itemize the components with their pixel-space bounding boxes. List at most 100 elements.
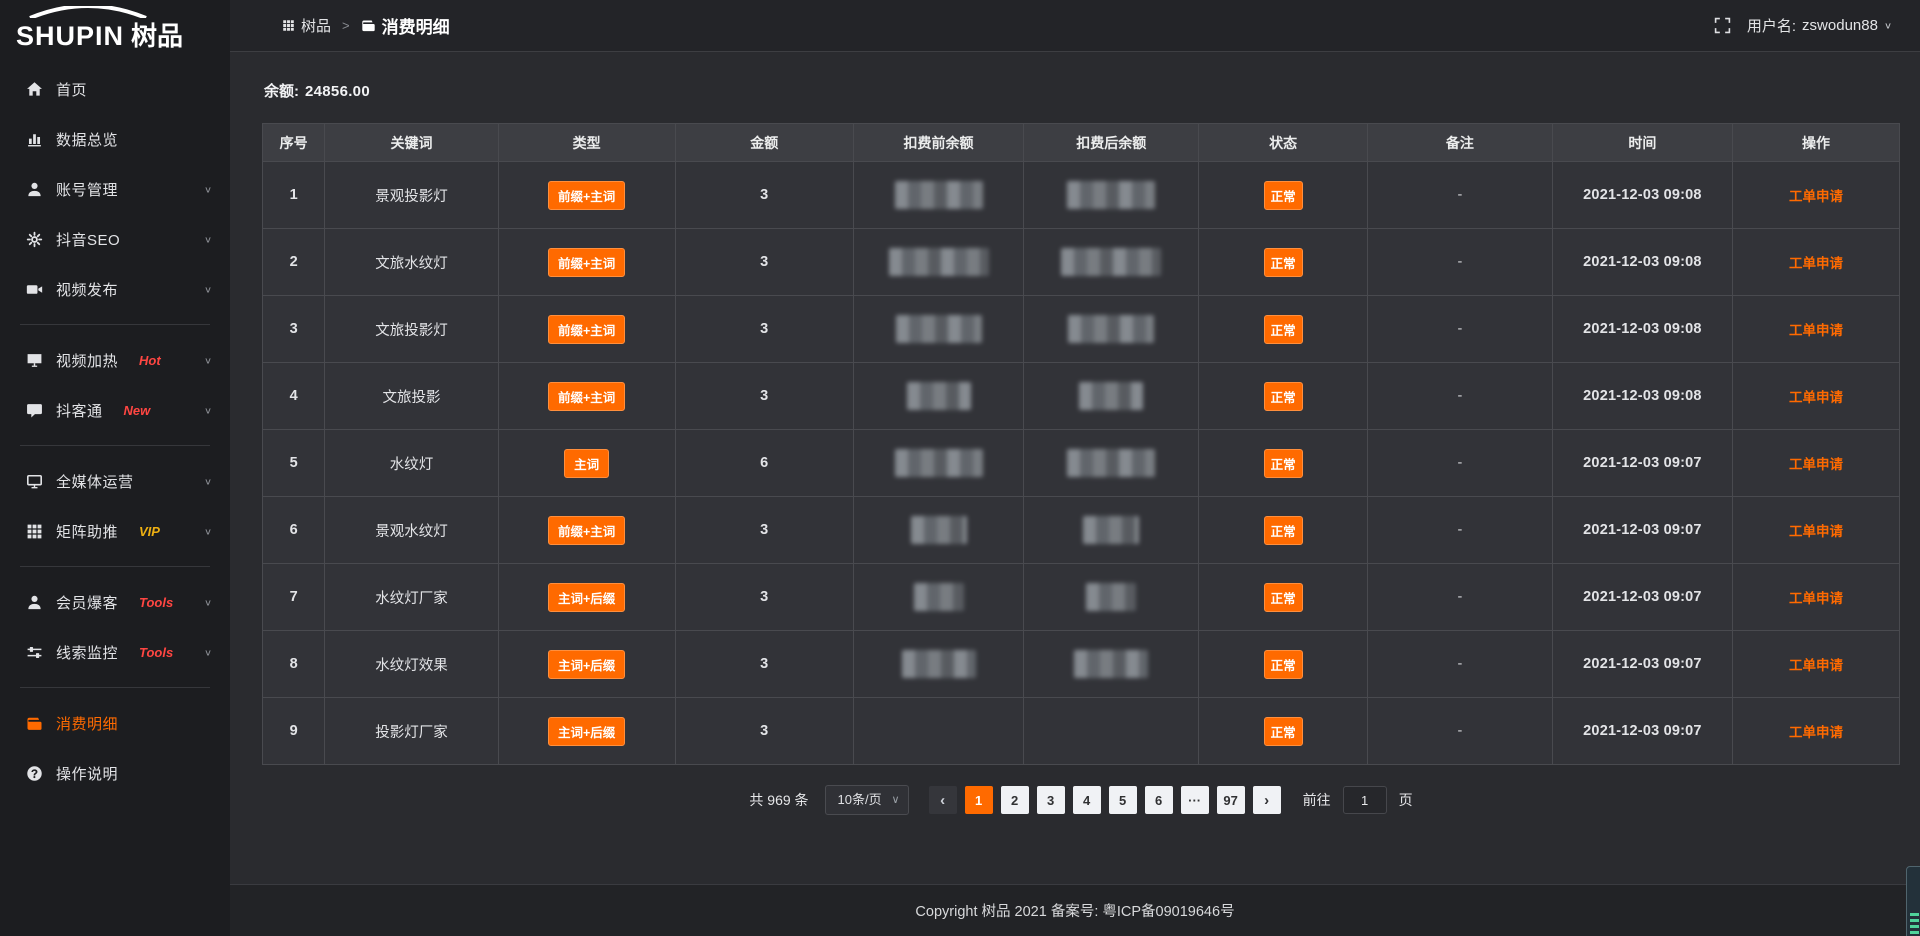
time-cell: 2021-12-03 09:07 bbox=[1552, 698, 1732, 765]
ticket-apply-link[interactable]: 工单申请 bbox=[1789, 457, 1843, 472]
balance-after-cell bbox=[1024, 229, 1199, 296]
remark-cell: - bbox=[1367, 430, 1552, 497]
time-cell: 2021-12-03 09:08 bbox=[1552, 363, 1732, 430]
index-cell: 3 bbox=[263, 296, 325, 363]
status-cell: 正常 bbox=[1199, 430, 1368, 497]
action-cell: 工单申请 bbox=[1732, 296, 1899, 363]
balance-before-cell bbox=[853, 497, 1023, 564]
content: 余额:24856.00 序号 关键词 类型 金额 扣费前余额 bbox=[230, 80, 1920, 815]
floating-widget[interactable] bbox=[1906, 866, 1920, 936]
sidebar-item-seo[interactable]: 抖音SEO ∨ bbox=[0, 214, 230, 264]
page-button[interactable]: 6 bbox=[1145, 786, 1173, 814]
page-button[interactable]: 3 bbox=[1037, 786, 1065, 814]
ticket-apply-link[interactable]: 工单申请 bbox=[1789, 256, 1843, 271]
page-button[interactable]: 1 bbox=[965, 786, 993, 814]
ticket-apply-link[interactable]: 工单申请 bbox=[1789, 524, 1843, 539]
column-header: 关键词 bbox=[325, 124, 499, 162]
divider bbox=[20, 324, 210, 325]
sidebar-item-matrix[interactable]: 矩阵助推 VIP ∨ bbox=[0, 506, 230, 556]
type-badge: 前缀+主词 bbox=[548, 315, 625, 344]
balance-before-cell bbox=[853, 631, 1023, 698]
sidebar: SHUPIN树品 首页 数据总览 账号管理 ∨ bbox=[0, 0, 230, 936]
username-value: zswodun88 bbox=[1802, 17, 1878, 34]
balance-before-cell bbox=[853, 363, 1023, 430]
balance-after-cell bbox=[1024, 497, 1199, 564]
column-header: 金额 bbox=[675, 124, 853, 162]
action-cell: 工单申请 bbox=[1732, 497, 1899, 564]
balance-after-cell bbox=[1024, 430, 1199, 497]
next-page-button[interactable]: › bbox=[1253, 786, 1281, 814]
sidebar-item-heat[interactable]: 视频加热 Hot ∨ bbox=[0, 335, 230, 385]
table-header-row: 序号 关键词 类型 金额 扣费前余额 扣费后余额 状态 备注 时间 bbox=[263, 124, 1900, 162]
sidebar-item-member[interactable]: 会员爆客 Tools ∨ bbox=[0, 577, 230, 627]
breadcrumb-root[interactable]: 树品 bbox=[282, 15, 331, 36]
sidebar-item-account[interactable]: 账号管理 ∨ bbox=[0, 164, 230, 214]
topbar-right: 用户名: zswodun88 ∨ bbox=[1714, 15, 1892, 36]
monitor-icon bbox=[26, 473, 43, 490]
prev-page-button[interactable]: ‹ bbox=[929, 786, 957, 814]
user-dropdown[interactable]: 用户名: zswodun88 ∨ bbox=[1747, 15, 1892, 36]
sidebar-item-douketong[interactable]: 抖客通 New ∨ bbox=[0, 385, 230, 435]
total-count: 共 969 条 bbox=[749, 790, 808, 810]
breadcrumb-root-label: 树品 bbox=[301, 15, 331, 36]
sidebar-item-label: 数据总览 bbox=[56, 129, 118, 150]
video-icon bbox=[26, 281, 43, 298]
sidebar-item-label: 抖客通 bbox=[56, 400, 103, 421]
ticket-apply-link[interactable]: 工单申请 bbox=[1789, 323, 1843, 338]
masked-balance-after bbox=[1067, 449, 1155, 477]
column-header: 类型 bbox=[498, 124, 675, 162]
wallet-icon bbox=[361, 18, 376, 33]
logo-text-cn: 树品 bbox=[131, 21, 183, 51]
divider bbox=[20, 566, 210, 567]
screen-icon bbox=[26, 352, 43, 369]
keyword-cell: 文旅投影 bbox=[325, 363, 499, 430]
action-cell: 工单申请 bbox=[1732, 363, 1899, 430]
divider bbox=[20, 687, 210, 688]
remark-cell: - bbox=[1367, 363, 1552, 430]
ticket-apply-link[interactable]: 工单申请 bbox=[1789, 725, 1843, 740]
type-cell: 主词+后缀 bbox=[498, 698, 675, 765]
page-button[interactable]: 4 bbox=[1073, 786, 1101, 814]
sidebar-item-help[interactable]: 操作说明 bbox=[0, 748, 230, 798]
page-button[interactable]: ··· bbox=[1181, 786, 1209, 814]
type-cell: 主词 bbox=[498, 430, 675, 497]
ticket-apply-link[interactable]: 工单申请 bbox=[1789, 591, 1843, 606]
sidebar-item-consume[interactable]: 消费明细 bbox=[0, 698, 230, 748]
amount-cell: 6 bbox=[675, 430, 853, 497]
sidebar-item-badge: Tools bbox=[139, 595, 173, 610]
sidebar-item-home[interactable]: 首页 bbox=[0, 64, 230, 114]
chevron-down-icon: ∨ bbox=[892, 786, 900, 814]
sidebar-item-badge: New bbox=[124, 403, 151, 418]
ticket-apply-link[interactable]: 工单申请 bbox=[1789, 189, 1843, 204]
ticket-apply-link[interactable]: 工单申请 bbox=[1789, 390, 1843, 405]
masked-balance-after bbox=[1074, 650, 1148, 678]
masked-balance-after bbox=[1083, 516, 1139, 544]
sidebar-item-publish[interactable]: 视频发布 ∨ bbox=[0, 264, 230, 314]
balance-before-cell bbox=[853, 162, 1023, 229]
page-button[interactable]: 5 bbox=[1109, 786, 1137, 814]
question-icon bbox=[26, 765, 43, 782]
goto-page-input[interactable] bbox=[1343, 786, 1387, 814]
table-row: 8 水纹灯效果 主词+后缀 3 正常 - 2021-12-03 09:07 工单… bbox=[263, 631, 1900, 698]
page-size-select[interactable]: 10条/页 ∨ bbox=[825, 785, 909, 815]
column-header: 状态 bbox=[1199, 124, 1368, 162]
chat-icon bbox=[26, 402, 43, 419]
time-cell: 2021-12-03 09:07 bbox=[1552, 430, 1732, 497]
sidebar-item-media[interactable]: 全媒体运营 ∨ bbox=[0, 456, 230, 506]
status-badge: 正常 bbox=[1264, 181, 1303, 210]
fullscreen-icon[interactable] bbox=[1714, 17, 1731, 34]
table-row: 2 文旅水纹灯 前缀+主词 3 正常 - 2021-12-03 09:08 工单… bbox=[263, 229, 1900, 296]
index-cell: 7 bbox=[263, 564, 325, 631]
masked-balance-before bbox=[896, 315, 982, 343]
page-button[interactable]: 2 bbox=[1001, 786, 1029, 814]
sidebar-item-label: 矩阵助推 bbox=[56, 521, 118, 542]
amount-cell: 3 bbox=[675, 631, 853, 698]
ticket-apply-link[interactable]: 工单申请 bbox=[1789, 658, 1843, 673]
page-button[interactable]: 97 bbox=[1217, 786, 1245, 814]
type-cell: 主词+后缀 bbox=[498, 631, 675, 698]
type-badge: 前缀+主词 bbox=[548, 181, 625, 210]
sidebar-item-overview[interactable]: 数据总览 bbox=[0, 114, 230, 164]
sidebar-item-clues[interactable]: 线索监控 Tools ∨ bbox=[0, 627, 230, 677]
remark-cell: - bbox=[1367, 296, 1552, 363]
table-row: 7 水纹灯厂家 主词+后缀 3 正常 - 2021-12-03 09:07 工单… bbox=[263, 564, 1900, 631]
